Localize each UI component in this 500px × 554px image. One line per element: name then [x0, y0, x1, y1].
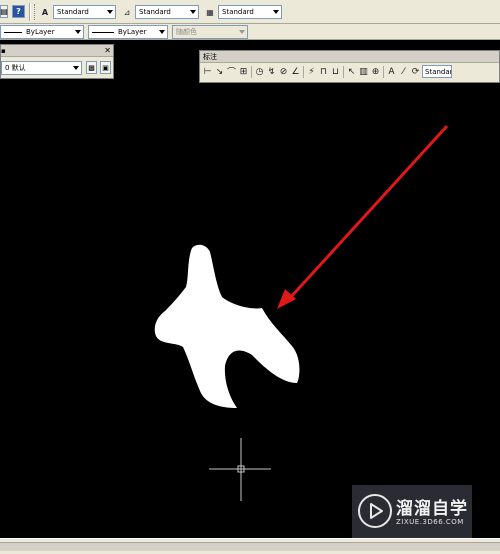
center-mark-icon[interactable]: ⊕ — [370, 65, 381, 78]
play-triangle-icon — [370, 503, 383, 519]
watermark-site: ZIXUE.3D66.COM — [396, 518, 464, 526]
baseline-dimension-icon[interactable]: ⊓ — [318, 65, 329, 78]
toolbar-separator — [29, 3, 31, 21]
canvas-background — [0, 40, 500, 538]
chevron-down-icon[interactable] — [190, 10, 196, 14]
styles-toolbar: ▤ ? A Standard ⊿ Standard ▦ Standard — [0, 0, 500, 24]
status-bar — [0, 538, 500, 554]
line-sample — [4, 31, 22, 33]
dimension-toolbar-titlebar[interactable]: 标注 — [200, 51, 499, 63]
tolerance-icon[interactable]: ▥ — [358, 65, 369, 78]
chevron-down-icon[interactable] — [73, 66, 79, 70]
dimension-toolbar: 标注 ⊢ ↘ ⌒ ⊞ ◷ ↯ ⊘ ∠ ⚡ ⊓ ⊔ ↖ ▥ ⊕ A ⁄ ⟳ Sta… — [199, 50, 500, 83]
toolbar-grip[interactable] — [34, 4, 37, 20]
toolbar-separator — [251, 65, 252, 78]
linetype-combo[interactable]: ByLayer — [0, 25, 84, 39]
text-style-value: Standard — [57, 8, 89, 16]
quick-dimension-icon[interactable]: ⚡ — [306, 65, 317, 78]
layer-combo[interactable]: 0 默认 — [1, 61, 82, 75]
chevron-down-icon[interactable] — [273, 10, 279, 14]
save-icon[interactable]: ▤ — [0, 5, 8, 18]
lineweight-combo[interactable]: ByLayer — [88, 25, 168, 39]
dimension-toolbar-title: 标注 — [203, 53, 217, 61]
chevron-down-icon[interactable] — [159, 30, 165, 34]
drawing-canvas[interactable] — [0, 40, 500, 538]
layers-panel-titlebar[interactable]: ▪ ✕ — [1, 45, 113, 57]
continue-dimension-icon[interactable]: ⊔ — [330, 65, 341, 78]
toolbar-separator — [343, 65, 344, 78]
angular-dimension-icon[interactable]: ∠ — [290, 65, 301, 78]
status-bar-track — [0, 542, 500, 551]
current-layer-value: 0 默认 — [5, 64, 26, 72]
play-logo-icon — [358, 494, 392, 528]
dim-style-icon: ⊿ — [123, 7, 131, 17]
arc-length-icon[interactable]: ⌒ — [226, 65, 237, 78]
layers-panel: ▪ ✕ 0 默认 ▩ ▣ — [0, 44, 114, 79]
plot-color-combo[interactable]: 随颜色 — [172, 25, 248, 39]
layer-manager-icon[interactable]: ▩ — [86, 61, 97, 74]
dim-style-combo[interactable]: Standard — [135, 5, 199, 19]
dimension-text-edit-icon[interactable]: ⁄ — [398, 65, 409, 78]
table-style-icon: ▦ — [206, 7, 214, 17]
properties-toolbar: ByLayer ByLayer 随颜色 — [0, 24, 500, 40]
jogged-dimension-icon[interactable]: ↯ — [266, 65, 277, 78]
lineweight-value: ByLayer — [118, 28, 147, 36]
text-style-combo[interactable]: Standard — [53, 5, 116, 19]
titlebar-marker: ▪ — [1, 47, 6, 55]
table-style-combo[interactable]: Standard — [218, 5, 282, 19]
line-sample — [92, 31, 114, 33]
dimension-style-value: Standar — [425, 67, 452, 76]
text-style-icon: A — [41, 7, 49, 17]
chevron-down-icon[interactable] — [239, 30, 245, 34]
quick-leader-icon[interactable]: ↖ — [346, 65, 357, 78]
dimension-edit-icon[interactable]: A — [386, 65, 397, 78]
dimension-update-icon[interactable]: ⟳ — [410, 65, 421, 78]
ordinate-dimension-icon[interactable]: ⊞ — [238, 65, 249, 78]
watermark-brand: 溜溜自学 — [396, 499, 468, 519]
watermark: 溜溜自学 ZIXUE.3D66.COM — [352, 485, 472, 539]
aligned-dimension-icon[interactable]: ↘ — [214, 65, 225, 78]
dim-style-value: Standard — [139, 8, 171, 16]
linear-dimension-icon[interactable]: ⊢ — [202, 65, 213, 78]
close-icon[interactable]: ✕ — [104, 46, 111, 55]
layer-states-icon[interactable]: ▣ — [100, 61, 111, 74]
chevron-down-icon[interactable] — [75, 30, 81, 34]
chevron-down-icon[interactable] — [107, 10, 113, 14]
dimension-style-combo[interactable]: Standar — [422, 65, 452, 78]
toolbar-separator — [303, 65, 304, 78]
help-icon[interactable]: ? — [12, 5, 25, 18]
radius-dimension-icon[interactable]: ◷ — [254, 65, 265, 78]
table-style-value: Standard — [222, 8, 254, 16]
toolbar-separator — [383, 65, 384, 78]
linetype-value: ByLayer — [26, 28, 55, 36]
diameter-dimension-icon[interactable]: ⊘ — [278, 65, 289, 78]
plot-color-value: 随颜色 — [176, 28, 197, 36]
dimension-tools: ⊢ ↘ ⌒ ⊞ ◷ ↯ ⊘ ∠ ⚡ ⊓ ⊔ ↖ ▥ ⊕ A ⁄ ⟳ Standa… — [200, 63, 499, 80]
